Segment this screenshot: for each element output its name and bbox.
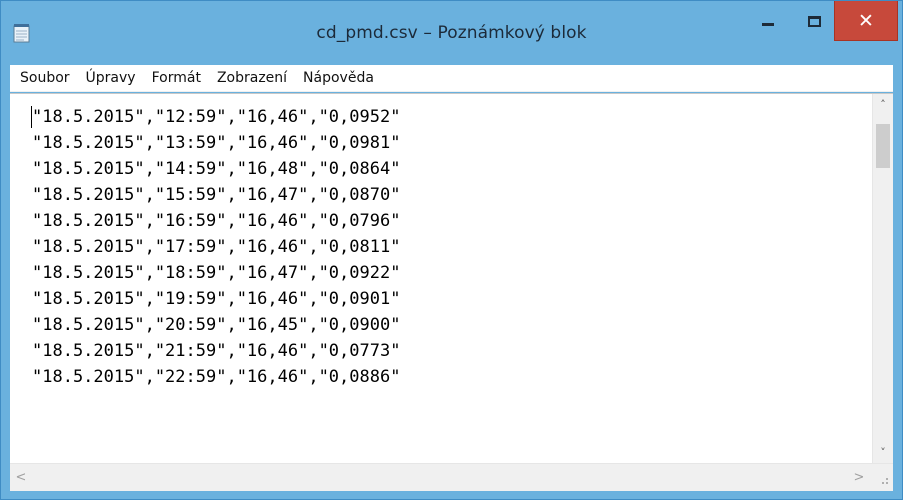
text-content[interactable]: "18.5.2015","12:59","16,46","0,0952" "18… — [10, 94, 872, 463]
text-editor[interactable]: "18.5.2015","12:59","16,46","0,0952" "18… — [10, 93, 893, 463]
text-line: "18.5.2015","18:59","16,47","0,0922" — [32, 263, 401, 283]
scroll-down-icon[interactable]: ˅ — [873, 442, 893, 462]
text-line: "18.5.2015","16:59","16,46","0,0796" — [32, 211, 401, 231]
vertical-scroll-thumb[interactable] — [876, 124, 890, 168]
scroll-right-icon[interactable]: > — [848, 464, 870, 491]
text-line: "18.5.2015","20:59","16,45","0,0900" — [32, 315, 401, 335]
text-line: "18.5.2015","13:59","16,46","0,0981" — [32, 133, 401, 153]
scroll-up-icon[interactable]: ˄ — [873, 94, 893, 114]
grip-dot — [886, 478, 888, 480]
maximize-button[interactable] — [794, 1, 834, 41]
notepad-window: cd_pmd.csv – Poznámkový blok ✕ Soubor Úp… — [0, 0, 903, 500]
menu-help[interactable]: Nápověda — [296, 65, 381, 92]
minimize-icon — [762, 22, 774, 26]
grip-dot — [886, 482, 888, 484]
menu-format[interactable]: Formát — [145, 65, 208, 92]
scroll-left-icon[interactable]: < — [10, 464, 32, 491]
menu-bar: Soubor Úpravy Formát Zobrazení Nápověda — [10, 65, 893, 92]
menu-file[interactable]: Soubor — [13, 65, 77, 92]
text-caret — [31, 106, 32, 128]
menu-view[interactable]: Zobrazení — [210, 65, 294, 92]
maximize-icon — [807, 15, 821, 27]
resize-grip-icon[interactable] — [872, 463, 893, 491]
vertical-scrollbar[interactable]: ˄ ˅ — [872, 94, 893, 463]
text-line: "18.5.2015","14:59","16,48","0,0864" — [32, 159, 401, 179]
text-line: "18.5.2015","15:59","16,47","0,0870" — [32, 185, 401, 205]
menu-edit[interactable]: Úpravy — [79, 65, 143, 92]
text-line: "18.5.2015","22:59","16,46","0,0886" — [32, 367, 401, 387]
close-icon: ✕ — [858, 9, 874, 32]
text-line: "18.5.2015","17:59","16,46","0,0811" — [32, 237, 401, 257]
close-button[interactable]: ✕ — [834, 1, 898, 41]
text-line: "18.5.2015","19:59","16,46","0,0901" — [32, 289, 401, 309]
grip-dot — [882, 482, 884, 484]
title-bar[interactable]: cd_pmd.csv – Poznámkový blok ✕ — [1, 1, 902, 65]
text-line: "18.5.2015","12:59","16,46","0,0952" — [32, 107, 401, 127]
text-line: "18.5.2015","21:59","16,46","0,0773" — [32, 341, 401, 361]
horizontal-scrollbar[interactable]: < > — [10, 463, 872, 491]
minimize-button[interactable] — [748, 1, 788, 41]
